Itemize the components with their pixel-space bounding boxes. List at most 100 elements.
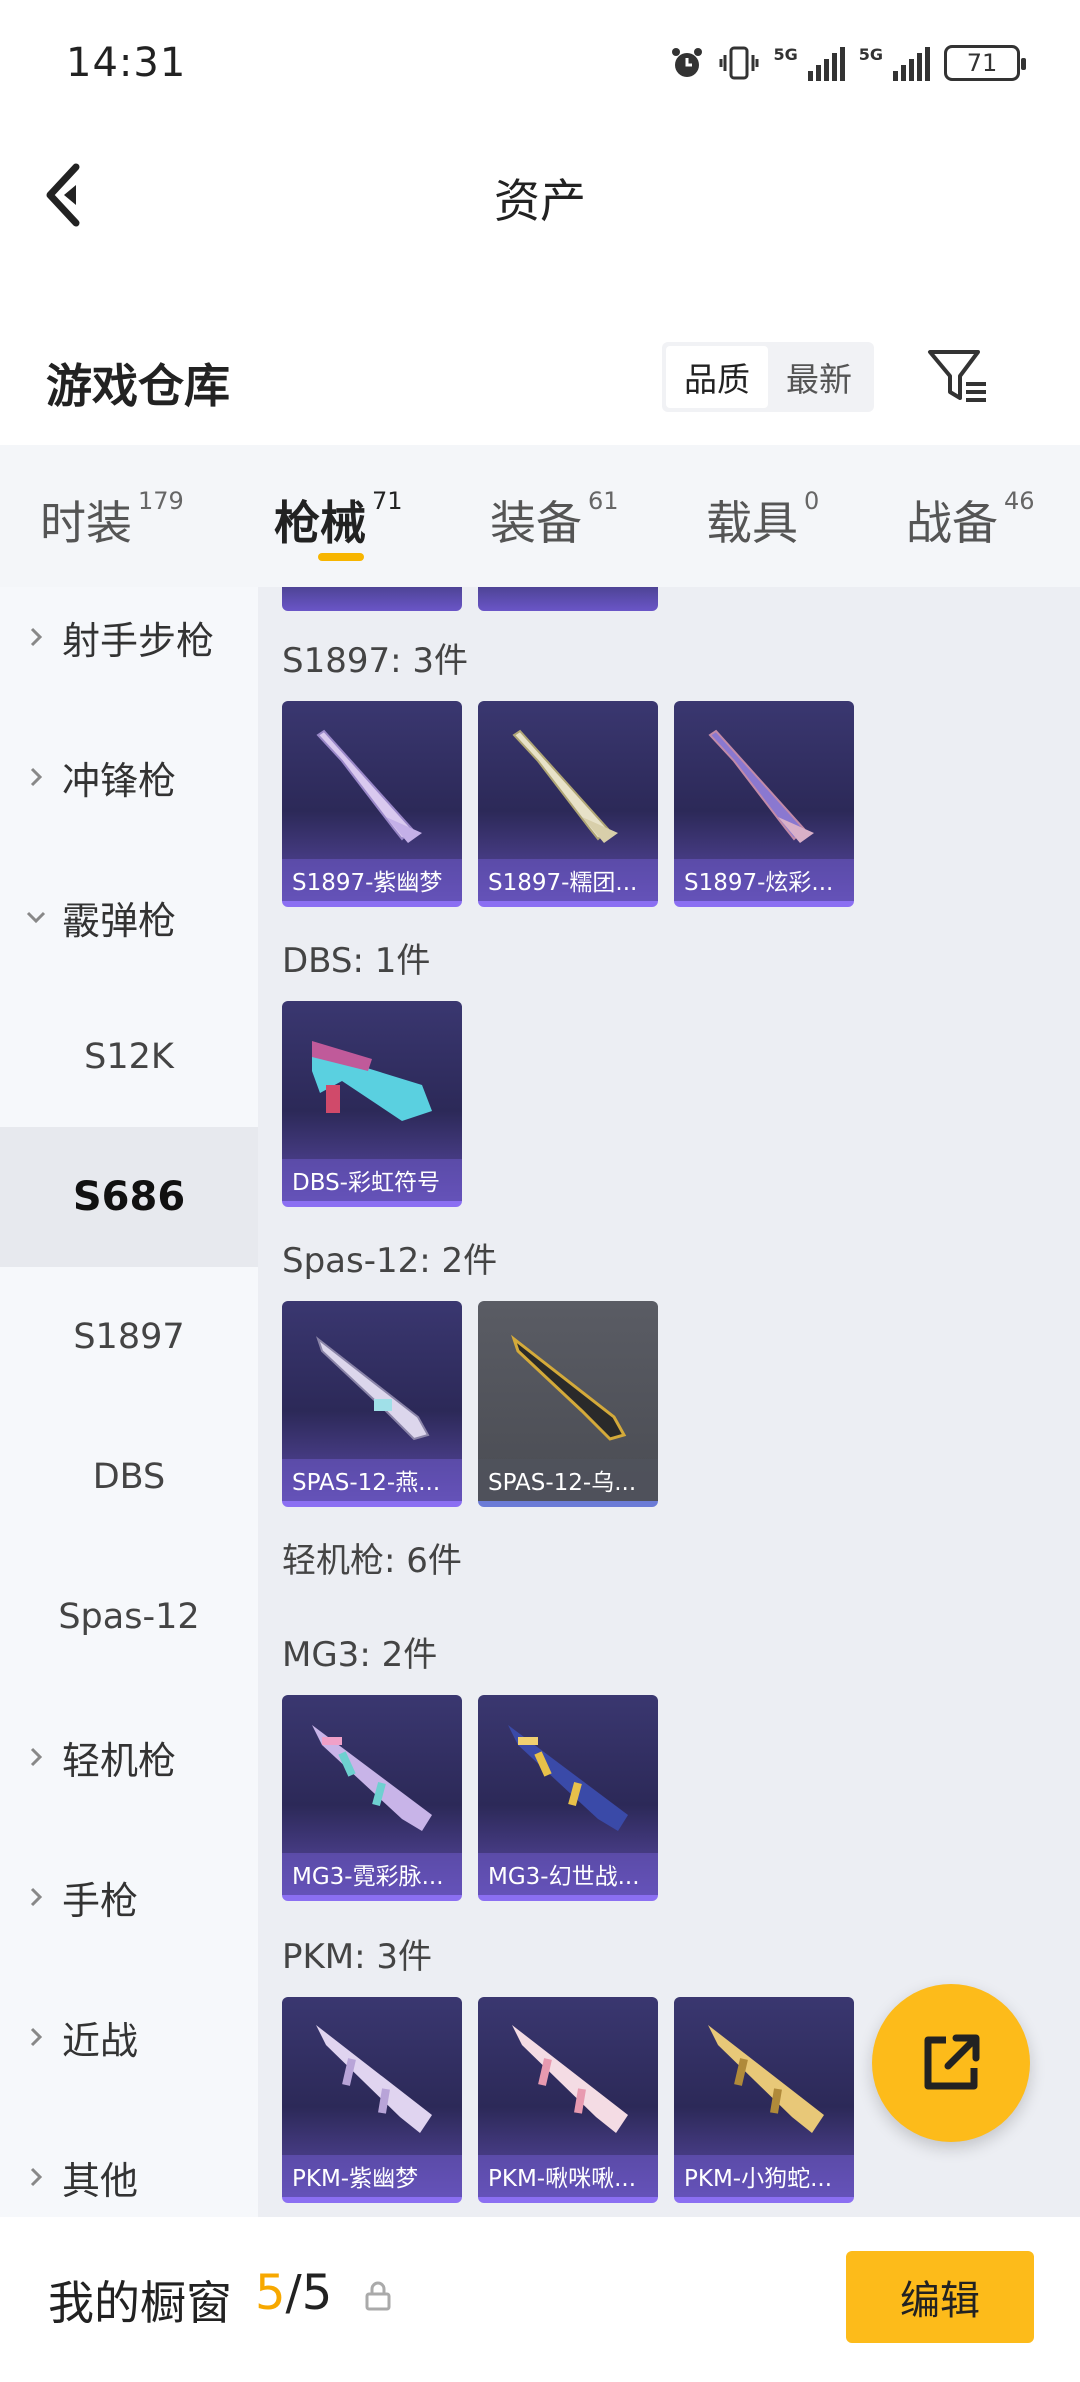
- vibrate-icon: [719, 46, 759, 79]
- page-title: 资产: [494, 174, 586, 228]
- filter-icon[interactable]: [924, 344, 990, 408]
- sort-newest-button[interactable]: 最新: [768, 346, 870, 408]
- tab-count: 46: [1004, 487, 1035, 515]
- weapon-card[interactable]: S1897-炫彩...: [674, 701, 854, 907]
- active-tab-indicator: [318, 553, 364, 561]
- status-bar: 14:31 5G 5G 71: [0, 0, 1080, 125]
- signal-icon-2: [893, 45, 930, 81]
- weapon-card-partial[interactable]: [478, 587, 658, 611]
- sidebar-item-melee[interactable]: 近战: [0, 1967, 258, 2107]
- weapon-name: PKM-小狗蛇...: [674, 2155, 854, 2197]
- sidebar-item-label: 近战: [62, 2018, 139, 2063]
- weapon-name: PKM-紫幽梦: [282, 2155, 462, 2197]
- sidebar-sub-s1897[interactable]: S1897: [0, 1267, 258, 1407]
- tab-label: 装备: [490, 496, 582, 550]
- sidebar-item-pistol[interactable]: 手枪: [0, 1827, 258, 1967]
- edit-button[interactable]: 编辑: [846, 2251, 1034, 2343]
- weapon-name: S1897-炫彩...: [674, 859, 854, 901]
- chevron-down-icon: [26, 911, 46, 924]
- share-button[interactable]: [872, 1984, 1030, 2142]
- weapon-card-partial[interactable]: [282, 587, 462, 611]
- sidebar-item-label: 射手步枪: [62, 618, 215, 663]
- sidebar-sub-s686[interactable]: S686: [0, 1127, 258, 1267]
- showcase-total: 5: [301, 2265, 333, 2321]
- tab-fashion[interactable]: 时装 179: [40, 487, 184, 553]
- sidebar-item-lmg[interactable]: 轻机枪: [0, 1687, 258, 1827]
- section-title: 游戏仓库: [46, 359, 230, 413]
- nav-header: 资产: [0, 125, 1080, 260]
- weapon-name: PKM-啾咪啾...: [478, 2155, 658, 2197]
- share-external-icon: [924, 2034, 980, 2090]
- chevron-right-icon: [30, 2167, 43, 2187]
- shotgun-icon: [512, 729, 618, 843]
- category-tabs: 时装 179 枪械 71 装备 61 载具 0 战备 46: [0, 445, 1080, 587]
- weapon-card[interactable]: SPAS-12-乌...: [478, 1301, 658, 1507]
- tab-count: 71: [372, 487, 403, 515]
- sidebar-item-shotgun[interactable]: 霰弹枪: [0, 847, 258, 987]
- tab-label: 战备: [906, 496, 998, 550]
- sidebar-item-smg[interactable]: 冲锋枪: [0, 707, 258, 847]
- sort-toggle: 品质 最新: [662, 342, 874, 412]
- signal-icon-1: [807, 45, 845, 81]
- chevron-right-icon: [30, 767, 43, 787]
- tab-supplies[interactable]: 战备 46: [906, 487, 1035, 553]
- tab-label: 枪械: [274, 496, 366, 550]
- weapon-name: MG3-幻世战...: [478, 1853, 658, 1895]
- weapon-card[interactable]: PKM-小狗蛇...: [674, 1997, 854, 2203]
- tab-vehicles[interactable]: 载具 0: [706, 487, 819, 553]
- group-title: MG3: 2件: [282, 1635, 438, 1675]
- weapon-name: SPAS-12-燕...: [282, 1459, 462, 1501]
- machine-gun-icon: [708, 2025, 824, 2133]
- sidebar-sub-spas12[interactable]: Spas-12: [0, 1547, 258, 1687]
- shotgun-icon: [312, 1041, 432, 1121]
- machine-gun-icon: [316, 2025, 432, 2133]
- weapon-card[interactable]: MG3-霓彩脉...: [282, 1695, 462, 1901]
- showcase-current: 5: [255, 2265, 286, 2321]
- tab-count: 61: [588, 487, 619, 515]
- lock-icon: [365, 2281, 391, 2311]
- chevron-right-icon: [30, 627, 43, 647]
- weapon-grid: S1897: 3件 S1897-紫幽梦 S1897-糯团... S1897-炫彩…: [258, 587, 1080, 2217]
- weapon-category-sidebar: 射手步枪 冲锋枪 霰弹枪 S12K S686 S1897 DBS Spas-12…: [0, 587, 258, 2217]
- sidebar-item-marksman-rifle[interactable]: 射手步枪: [0, 587, 258, 707]
- shotgun-icon: [511, 1334, 627, 1441]
- weapon-name: S1897-糯团...: [478, 859, 658, 901]
- weapon-card[interactable]: S1897-糯团...: [478, 701, 658, 907]
- sidebar-item-label: 冲锋枪: [62, 758, 177, 803]
- weapon-card[interactable]: MG3-幻世战...: [478, 1695, 658, 1901]
- group-title: S1897: 3件: [282, 641, 469, 681]
- sidebar-sub-dbs[interactable]: DBS: [0, 1407, 258, 1547]
- weapon-name: DBS-彩虹符号: [282, 1159, 462, 1201]
- chevron-right-icon: [30, 1887, 43, 1907]
- alarm-icon: [672, 47, 703, 77]
- shotgun-icon: [316, 1336, 430, 1441]
- weapon-card[interactable]: PKM-紫幽梦: [282, 1997, 462, 2203]
- section-header: 游戏仓库 品质 最新: [0, 320, 1080, 440]
- showcase-separator: /: [285, 2265, 302, 2321]
- sort-quality-button[interactable]: 品质: [666, 346, 768, 408]
- network-label-1: 5G: [773, 44, 798, 64]
- sidebar-sub-s12k[interactable]: S12K: [0, 987, 258, 1127]
- sidebar-item-label: 轻机枪: [62, 1738, 177, 1783]
- tab-count: 0: [804, 487, 820, 515]
- sidebar-item-label: 手枪: [62, 1878, 139, 1923]
- shotgun-icon: [316, 729, 422, 843]
- weapon-name: S1897-紫幽梦: [282, 859, 462, 901]
- chevron-right-icon: [30, 2027, 43, 2047]
- weapon-card[interactable]: DBS-彩虹符号: [282, 1001, 462, 1207]
- tab-firearms[interactable]: 枪械 71: [274, 487, 403, 553]
- tab-count: 179: [138, 487, 184, 515]
- status-icons: 5G 5G 71: [669, 44, 1026, 81]
- group-title: 轻机枪: 6件: [282, 1541, 462, 1581]
- weapon-card[interactable]: SPAS-12-燕...: [282, 1301, 462, 1507]
- sidebar-item-other[interactable]: 其他: [0, 2107, 258, 2217]
- weapon-name: SPAS-12-乌...: [478, 1459, 658, 1501]
- group-title: Spas-12: 2件: [282, 1241, 498, 1281]
- machine-gun-icon: [508, 1725, 628, 1831]
- weapon-card[interactable]: S1897-紫幽梦: [282, 701, 462, 907]
- tab-label: 时装: [40, 496, 132, 550]
- status-time: 14:31: [66, 39, 187, 86]
- tab-equipment[interactable]: 装备 61: [490, 487, 619, 553]
- weapon-card[interactable]: PKM-啾咪啾...: [478, 1997, 658, 2203]
- shotgun-icon: [708, 729, 814, 843]
